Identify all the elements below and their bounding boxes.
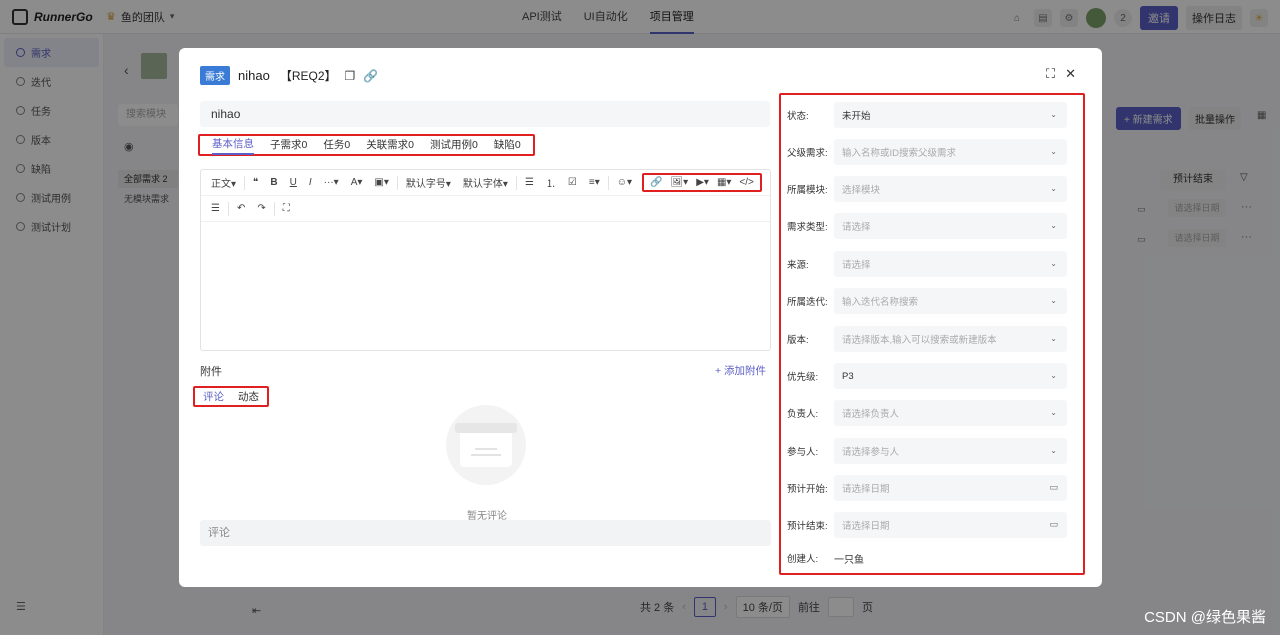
- redo-icon[interactable]: ↷: [253, 203, 269, 214]
- planned-end-date-picker[interactable]: 请选择日期 ▭: [834, 512, 1067, 538]
- editor-toolbar-row-2: ☰ ↶ ↷ ⛶: [201, 196, 770, 222]
- chevron-down-icon: ⌄: [1050, 446, 1057, 455]
- close-icon[interactable]: ✕: [1065, 66, 1076, 82]
- insert-tools-group: 🔗 🖼▾ ▶▾ ▦▾ </>: [642, 173, 762, 192]
- creator-value: 一只鱼: [834, 554, 864, 566]
- chevron-down-icon: ⌄: [1050, 371, 1057, 380]
- font-size-select[interactable]: 默认字号▾: [402, 175, 455, 190]
- insert-table-icon[interactable]: ▦▾: [717, 177, 731, 188]
- tab-related-requirements[interactable]: 关联需求0: [366, 136, 414, 154]
- prop-planned-start: 预计开始: 请选择日期 ▭: [781, 475, 1083, 501]
- module-select[interactable]: 选择模块 ⌄: [834, 176, 1067, 202]
- chevron-down-icon: ⌄: [1050, 221, 1057, 230]
- planned-start-date-picker[interactable]: 请选择日期 ▭: [834, 475, 1067, 501]
- prop-label: 状态:: [787, 111, 809, 122]
- todo-list-icon[interactable]: ☑: [564, 177, 581, 188]
- modal-actions: ⛶ ✕: [1046, 66, 1076, 82]
- parent-requirement-select[interactable]: 输入名称或ID搜索父级需求 ⌄: [834, 139, 1067, 165]
- insert-image-icon[interactable]: 🖼▾: [670, 177, 688, 188]
- requirement-code: 【REQ2】: [279, 69, 337, 83]
- prop-module: 所属模块: 选择模块 ⌄: [781, 176, 1083, 202]
- prop-owner: 负责人: 请选择负责人 ⌄: [781, 400, 1083, 426]
- tab-defects[interactable]: 缺陷0: [494, 136, 521, 154]
- modal-header: 需求 nihao 【REQ2】 ❐ 🔗: [200, 66, 378, 85]
- underline-icon[interactable]: U: [286, 177, 301, 188]
- chevron-down-icon: ⌄: [1050, 147, 1057, 156]
- insert-link-icon[interactable]: 🔗: [650, 177, 662, 188]
- rich-text-editor: 正文▾ ❝ B U I ···▾ A▾ ▣▾ 默认字号▾ 默认字体▾ ☰ ⒈ ☑…: [200, 169, 771, 351]
- requirement-detail-modal: 需求 nihao 【REQ2】 ❐ 🔗 ⛶ ✕ nihao 基本信息 子需求0 …: [179, 48, 1102, 587]
- comment-input[interactable]: [200, 520, 771, 546]
- font-color-icon[interactable]: A▾: [347, 177, 367, 188]
- priority-select[interactable]: P3 ⌄: [834, 363, 1067, 389]
- editor-fullscreen-icon[interactable]: ⛶: [279, 203, 294, 214]
- more-styles-icon[interactable]: ···▾: [320, 177, 343, 188]
- type-tag: 需求: [200, 66, 230, 85]
- tab-test-cases[interactable]: 测试用例0: [430, 136, 478, 154]
- divider-icon[interactable]: ☰: [207, 203, 224, 214]
- link-icon[interactable]: 🔗: [363, 69, 378, 83]
- chevron-down-icon: ⌄: [1050, 110, 1057, 119]
- align-icon[interactable]: ≡▾: [585, 177, 604, 188]
- version-select[interactable]: 请选择版本,输入可以搜索或新建版本 ⌄: [834, 326, 1067, 352]
- chevron-down-icon: ⌄: [1050, 334, 1057, 343]
- tab-sub-requirements[interactable]: 子需求0: [270, 136, 307, 154]
- background-color-icon[interactable]: ▣▾: [370, 177, 392, 188]
- italic-icon[interactable]: I: [305, 177, 316, 188]
- iteration-select[interactable]: 输入迭代名称搜索 ⌄: [834, 288, 1067, 314]
- prop-iteration: 所属迭代: 输入迭代名称搜索 ⌄: [781, 288, 1083, 314]
- prop-version: 版本: 请选择版本,输入可以搜索或新建版本 ⌄: [781, 326, 1083, 352]
- prop-planned-end: 预计结束: 请选择日期 ▭: [781, 512, 1083, 538]
- copy-icon[interactable]: ❐: [345, 69, 356, 83]
- source-select[interactable]: 请选择 ⌄: [834, 251, 1067, 277]
- chevron-down-icon: ⌄: [1050, 184, 1057, 193]
- detail-tabs: 基本信息 子需求0 任务0 关联需求0 测试用例0 缺陷0: [198, 134, 535, 156]
- chevron-down-icon: ⌄: [1050, 296, 1057, 305]
- status-select[interactable]: 未开始 ⌄: [834, 102, 1067, 128]
- prop-parent-requirement: 父级需求: 输入名称或ID搜索父级需求 ⌄: [781, 139, 1083, 165]
- prop-participants: 参与人: 请选择参与人 ⌄: [781, 438, 1083, 464]
- insert-video-icon[interactable]: ▶▾: [696, 177, 709, 188]
- bullet-list-icon[interactable]: ☰: [521, 177, 538, 188]
- prop-priority: 优先级: P3 ⌄: [781, 363, 1083, 389]
- code-block-icon[interactable]: </>: [739, 177, 753, 188]
- editor-toolbar-row-1: 正文▾ ❝ B U I ···▾ A▾ ▣▾ 默认字号▾ 默认字体▾ ☰ ⒈ ☑…: [201, 170, 770, 196]
- font-family-select[interactable]: 默认字体▾: [459, 175, 512, 190]
- requirement-type-select[interactable]: 请选择 ⌄: [834, 213, 1067, 239]
- tab-activity[interactable]: 动态: [238, 389, 259, 404]
- requirement-name-input[interactable]: nihao: [200, 101, 770, 127]
- owner-select[interactable]: 请选择负责人 ⌄: [834, 400, 1067, 426]
- calendar-icon: ▭: [1049, 482, 1058, 492]
- chevron-down-icon: ⌄: [1050, 408, 1057, 417]
- participants-select[interactable]: 请选择参与人 ⌄: [834, 438, 1067, 464]
- prop-status: 状态: 未开始 ⌄: [781, 102, 1083, 128]
- watermark: CSDN @绿色果酱: [1144, 609, 1266, 626]
- chevron-down-icon: ⌄: [1050, 259, 1057, 268]
- tab-basic-info[interactable]: 基本信息: [212, 135, 254, 155]
- attachments-label: 附件: [200, 366, 222, 378]
- prop-source: 来源: 请选择 ⌄: [781, 251, 1083, 277]
- add-attachment-button[interactable]: + 添加附件: [715, 363, 766, 378]
- prop-requirement-type: 需求类型: 请选择 ⌄: [781, 213, 1083, 239]
- editor-content-area[interactable]: [201, 222, 770, 350]
- prop-creator: 创建人: 一只鱼: [781, 545, 1083, 571]
- fullscreen-icon[interactable]: ⛶: [1046, 66, 1055, 82]
- numbered-list-icon[interactable]: ⒈: [542, 175, 560, 190]
- tab-tasks[interactable]: 任务0: [323, 136, 350, 154]
- modal-title: nihao: [238, 68, 270, 83]
- paragraph-style-select[interactable]: 正文▾: [207, 175, 240, 190]
- undo-icon[interactable]: ↶: [233, 203, 249, 214]
- bold-icon[interactable]: B: [266, 177, 281, 188]
- emoji-icon[interactable]: ☺▾: [613, 177, 636, 188]
- activity-tabs: 评论 动态: [193, 386, 269, 407]
- tab-comments[interactable]: 评论: [203, 389, 224, 404]
- properties-panel: 状态: 未开始 ⌄ 父级需求: 输入名称或ID搜索父级需求 ⌄ 所属模块: 选择模块…: [779, 93, 1085, 575]
- calendar-icon: ▭: [1049, 519, 1058, 529]
- quote-icon[interactable]: ❝: [249, 177, 262, 188]
